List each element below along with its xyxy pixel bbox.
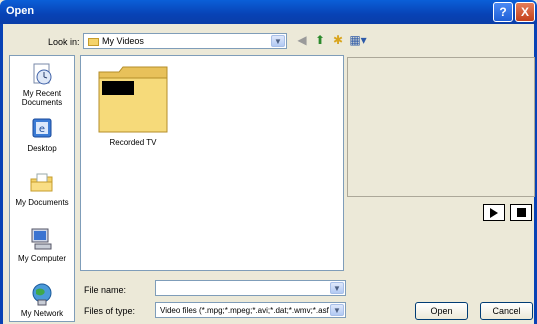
window-title: Open — [6, 5, 35, 17]
filename-label: File name: — [84, 285, 127, 295]
places-item-desktop[interactable]: e Desktop — [10, 116, 74, 153]
preview-pane — [347, 57, 535, 197]
back-icon[interactable]: ◀ — [294, 33, 310, 47]
filetype-label: Files of type: — [84, 306, 136, 316]
views-menu-icon[interactable]: ▦▾ — [348, 33, 368, 47]
places-item-recent[interactable]: My Recent Documents — [10, 61, 74, 107]
places-bar: My Recent Documents e Desktop My Documen… — [9, 55, 75, 322]
cancel-button[interactable]: Cancel — [480, 302, 533, 320]
list-item[interactable]: Recorded TV — [97, 64, 169, 147]
folder-small-icon — [88, 37, 99, 46]
lookin-combo[interactable]: My Videos ▼ — [83, 33, 287, 49]
places-item-documents[interactable]: My Documents — [10, 170, 74, 207]
chevron-down-icon[interactable]: ▼ — [271, 35, 285, 47]
places-item-computer[interactable]: My Computer — [10, 226, 74, 263]
desktop-icon: e — [32, 118, 52, 138]
folder-icon — [98, 66, 168, 133]
my-computer-icon — [31, 228, 52, 250]
places-item-network[interactable]: My Network — [10, 281, 74, 318]
up-folder-icon[interactable]: ⬆ — [312, 33, 328, 47]
lookin-label: Look in: — [48, 37, 80, 47]
recent-documents-icon — [33, 63, 52, 85]
lookin-value: My Videos — [88, 36, 144, 46]
filetype-select[interactable]: Video files (*.mpg;*.mpeg;*.avi;*.dat;*.… — [155, 302, 346, 318]
filename-input[interactable]: ▼ — [155, 280, 346, 296]
help-button[interactable]: ? — [493, 2, 513, 22]
play-button[interactable] — [483, 204, 505, 221]
my-documents-icon — [30, 173, 53, 192]
play-icon — [490, 207, 498, 218]
stop-button[interactable] — [510, 204, 532, 221]
new-folder-icon[interactable]: ✱ — [330, 33, 346, 47]
stop-icon — [516, 208, 526, 218]
my-network-icon — [32, 283, 52, 306]
chevron-down-icon[interactable]: ▼ — [330, 304, 344, 316]
open-button[interactable]: Open — [415, 302, 468, 320]
filetype-value: Video files (*.mpg;*.mpeg;*.avi;*.dat;*.… — [160, 306, 329, 315]
svg-text:e: e — [39, 124, 45, 135]
file-name: Recorded TV — [109, 138, 157, 147]
title-bar[interactable]: Open ? X — [0, 0, 537, 24]
chevron-down-icon[interactable]: ▼ — [330, 282, 344, 294]
close-button[interactable]: X — [515, 2, 535, 22]
thumbnail-redacted — [102, 81, 134, 95]
file-list[interactable]: Recorded TV — [80, 55, 344, 271]
